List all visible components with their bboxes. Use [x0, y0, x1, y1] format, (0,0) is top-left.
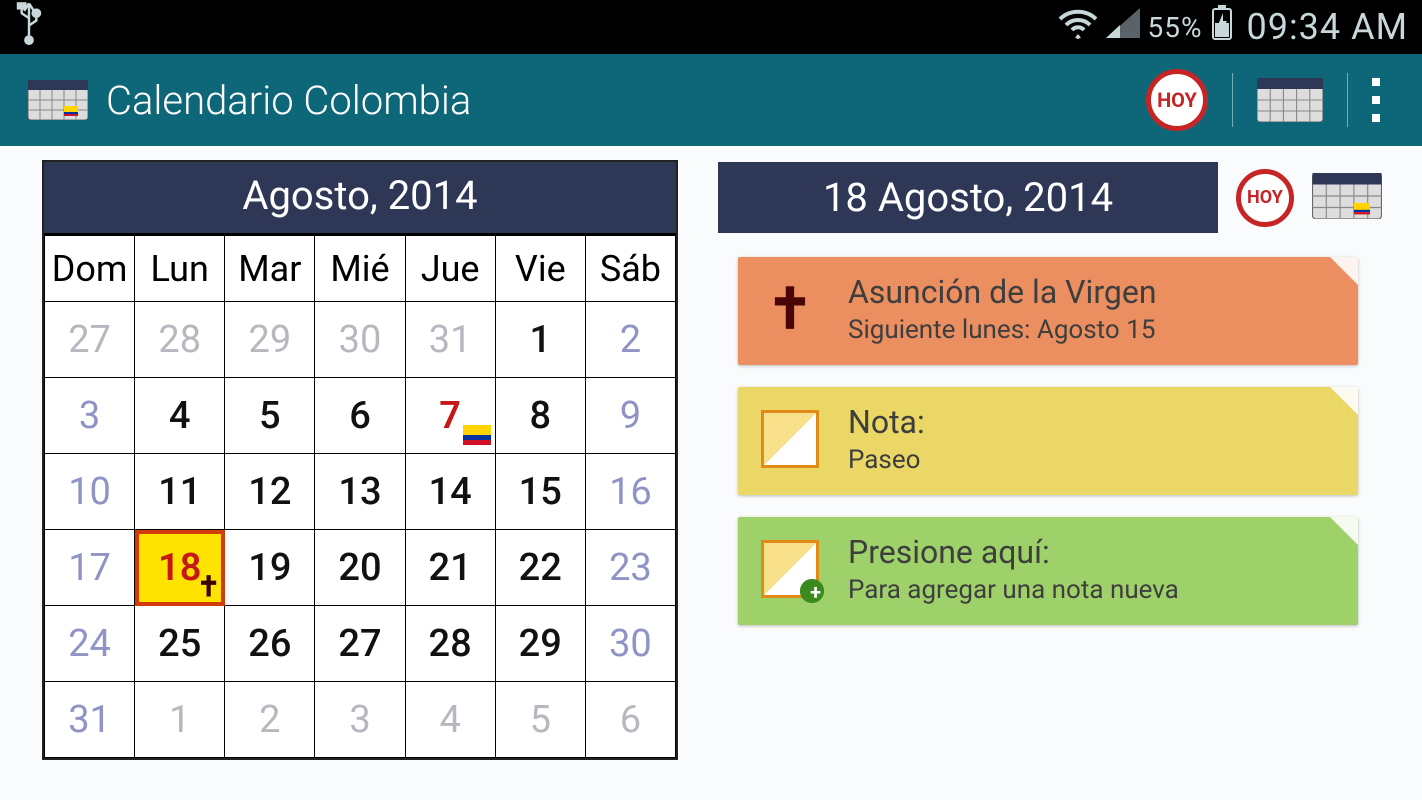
hoy-icon: HOY — [1146, 69, 1208, 131]
cross-icon: ✝ — [767, 276, 814, 342]
calendar-view-button[interactable] — [1233, 54, 1347, 146]
day-cell[interactable]: 9 — [585, 378, 675, 454]
holiday-title: Asunción de la Virgen — [848, 273, 1156, 311]
day-cell[interactable]: 28 — [405, 606, 495, 682]
dogear-icon — [1330, 517, 1358, 545]
add-note-title: Presione aquí: — [848, 533, 1179, 571]
day-cell[interactable]: 4 — [405, 682, 495, 758]
weekday-header: Lun — [135, 236, 225, 302]
day-cell[interactable]: 19 — [225, 530, 315, 606]
month-grid: DomLunMarMiéJueVieSáb 272829303112345678… — [44, 235, 676, 758]
dogear-icon — [1330, 387, 1358, 415]
today-button[interactable]: HOY — [1122, 54, 1232, 146]
battery-percent: 55% — [1148, 11, 1203, 44]
note-body: Paseo — [848, 445, 925, 475]
day-cell[interactable]: 27 — [315, 606, 405, 682]
note-icon — [761, 410, 819, 468]
app-title: Calendario Colombia — [106, 77, 471, 124]
overflow-icon — [1372, 78, 1380, 122]
month-calendar: Agosto, 2014 DomLunMarMiéJueVieSáb 27282… — [42, 160, 678, 760]
usb-icon — [14, 18, 44, 53]
weekday-header: Sáb — [585, 236, 675, 302]
day-cell[interactable]: 6 — [585, 682, 675, 758]
day-cell[interactable]: 22 — [495, 530, 585, 606]
add-note-card[interactable]: Presione aquí: Para agregar una nota nue… — [738, 517, 1358, 625]
day-cell[interactable]: 17 — [45, 530, 135, 606]
day-cell[interactable]: 23 — [585, 530, 675, 606]
day-cell[interactable]: 24 — [45, 606, 135, 682]
weekday-header: Vie — [495, 236, 585, 302]
day-cell[interactable]: 26 — [225, 606, 315, 682]
day-cell[interactable]: 29 — [225, 302, 315, 378]
day-cell[interactable]: 15 — [495, 454, 585, 530]
day-cell[interactable]: 7 — [405, 378, 495, 454]
note-title: Nota: — [848, 403, 925, 441]
day-cell[interactable]: 2 — [585, 302, 675, 378]
day-cell[interactable]: 12 — [225, 454, 315, 530]
battery-charging-icon — [1211, 5, 1233, 49]
add-note-icon — [761, 540, 819, 598]
status-bar: 55% 09:34 AM — [0, 0, 1422, 54]
cross-icon: ✝ — [197, 570, 220, 603]
day-cell[interactable]: 1 — [135, 682, 225, 758]
calendar-icon-small[interactable] — [1312, 173, 1382, 223]
day-cell[interactable]: 30 — [315, 302, 405, 378]
wifi-icon — [1058, 7, 1098, 47]
clock-text: 09:34 AM — [1247, 6, 1409, 48]
signal-icon — [1106, 8, 1140, 46]
day-cell[interactable]: 2 — [225, 682, 315, 758]
day-cell[interactable]: 28 — [135, 302, 225, 378]
today-button-small[interactable]: HOY — [1236, 169, 1294, 227]
day-cell[interactable]: 13 — [315, 454, 405, 530]
day-cell[interactable]: 31 — [45, 682, 135, 758]
day-cell[interactable]: 20 — [315, 530, 405, 606]
day-cell[interactable]: 3 — [315, 682, 405, 758]
overflow-menu-button[interactable] — [1348, 54, 1404, 146]
app-icon — [28, 80, 88, 120]
holiday-subtitle: Siguiente lunes: Agosto 15 — [848, 315, 1156, 345]
calendar-title[interactable]: Agosto, 2014 — [44, 162, 676, 235]
day-cell[interactable]: 16 — [585, 454, 675, 530]
weekday-header: Jue — [405, 236, 495, 302]
dogear-icon — [1330, 257, 1358, 285]
weekday-header: Mié — [315, 236, 405, 302]
app-bar: Calendario Colombia HOY — [0, 54, 1422, 146]
note-card[interactable]: Nota: Paseo — [738, 387, 1358, 495]
day-cell[interactable]: 10 — [45, 454, 135, 530]
weekday-header: Dom — [45, 236, 135, 302]
day-cell[interactable]: 29 — [495, 606, 585, 682]
day-cell[interactable]: 11 — [135, 454, 225, 530]
day-cell[interactable]: 8 — [495, 378, 585, 454]
day-cell[interactable]: 3 — [45, 378, 135, 454]
weekday-header: Mar — [225, 236, 315, 302]
day-cell[interactable]: 31 — [405, 302, 495, 378]
day-cell[interactable]: 5 — [495, 682, 585, 758]
holiday-card[interactable]: ✝ Asunción de la Virgen Siguiente lunes:… — [738, 257, 1358, 365]
add-note-subtitle: Para agregar una nota nueva — [848, 575, 1179, 605]
flag-icon — [463, 425, 491, 451]
selected-date-label: 18 Agosto, 2014 — [718, 162, 1218, 233]
day-cell[interactable]: 18✝ — [135, 530, 225, 606]
day-cell[interactable]: 25 — [135, 606, 225, 682]
day-cell[interactable]: 5 — [225, 378, 315, 454]
day-cell[interactable]: 4 — [135, 378, 225, 454]
day-cell[interactable]: 1 — [495, 302, 585, 378]
day-cell[interactable]: 27 — [45, 302, 135, 378]
day-cell[interactable]: 21 — [405, 530, 495, 606]
day-cell[interactable]: 30 — [585, 606, 675, 682]
day-cell[interactable]: 6 — [315, 378, 405, 454]
day-cell[interactable]: 14 — [405, 454, 495, 530]
